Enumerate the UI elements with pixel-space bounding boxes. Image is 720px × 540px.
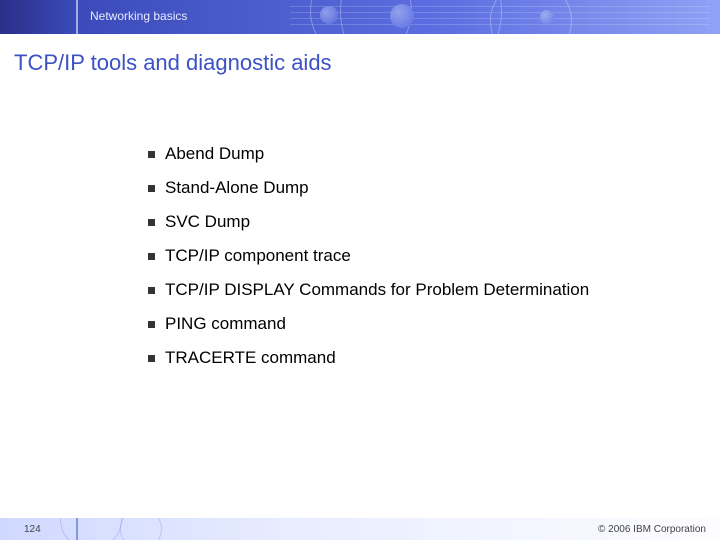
list-item: Stand-Alone Dump (148, 178, 589, 198)
bullet-list: Abend Dump Stand-Alone Dump SVC Dump TCP… (108, 144, 589, 382)
header-section-label: Networking basics (90, 9, 187, 23)
list-item-label: TRACERTE command (165, 348, 336, 368)
bullet-icon (148, 185, 155, 192)
bullet-icon (148, 219, 155, 226)
list-item-label: Abend Dump (165, 144, 264, 164)
list-item-label: SVC Dump (165, 212, 250, 232)
bullet-icon (148, 287, 155, 294)
banner-decoration (280, 0, 720, 34)
list-item-label: Stand-Alone Dump (165, 178, 309, 198)
slide-title: TCP/IP tools and diagnostic aids (14, 50, 332, 76)
list-item: PING command (148, 314, 589, 334)
list-item-label: TCP/IP DISPLAY Commands for Problem Dete… (165, 280, 589, 300)
bullet-icon (148, 151, 155, 158)
footer-divider (76, 518, 78, 540)
list-item: TCP/IP component trace (148, 246, 589, 266)
list-item: Abend Dump (148, 144, 589, 164)
bullet-icon (148, 321, 155, 328)
list-item: TCP/IP DISPLAY Commands for Problem Dete… (148, 280, 589, 300)
list-item: TRACERTE command (148, 348, 589, 368)
list-item-label: TCP/IP component trace (165, 246, 351, 266)
copyright-text: © 2006 IBM Corporation (598, 524, 706, 535)
page-number: 124 (24, 524, 41, 535)
header-banner: Networking basics (0, 0, 720, 34)
slide: Networking basics TCP/IP tools and diagn… (0, 0, 720, 540)
list-item-label: PING command (165, 314, 286, 334)
footer-decoration (50, 518, 350, 540)
bullet-icon (148, 355, 155, 362)
header-divider (76, 0, 78, 34)
list-item: SVC Dump (148, 212, 589, 232)
bullet-icon (148, 253, 155, 260)
